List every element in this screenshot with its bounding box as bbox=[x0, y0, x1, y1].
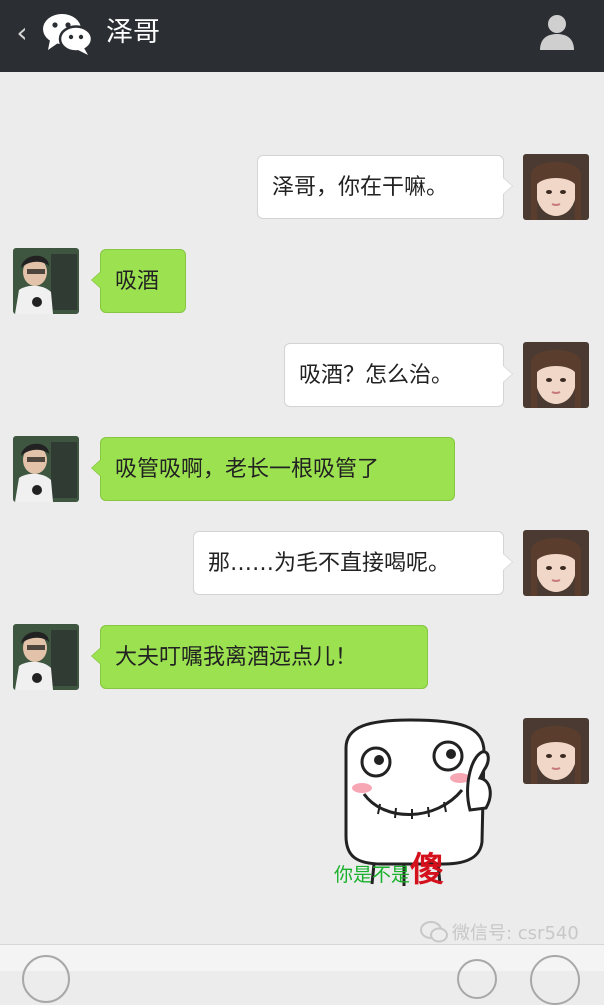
input-bar bbox=[0, 944, 604, 1005]
sticker-caption-part2: 傻 bbox=[410, 850, 445, 890]
avatar-self[interactable] bbox=[523, 530, 589, 596]
avatar-contact[interactable] bbox=[13, 624, 79, 690]
message-row: 吸管吸啊，老长一根吸管了 bbox=[0, 436, 604, 504]
message-row: 那……为毛不直接喝呢。 bbox=[0, 530, 604, 598]
watermark-text: 微信号: csr540 bbox=[452, 923, 579, 944]
message-row: 泽哥，你在干嘛。 bbox=[0, 154, 604, 222]
avatar-self[interactable] bbox=[523, 342, 589, 408]
sticker-caption: 你是不是傻 bbox=[334, 850, 498, 890]
wechat-icon bbox=[40, 10, 96, 56]
plus-icon[interactable] bbox=[530, 955, 580, 1005]
message-bubble[interactable]: 那……为毛不直接喝呢。 bbox=[193, 531, 513, 595]
chat-title: 泽哥 bbox=[106, 17, 160, 48]
voice-icon[interactable] bbox=[22, 955, 70, 1003]
avatar-contact[interactable] bbox=[13, 248, 79, 314]
message-bubble[interactable]: 泽哥，你在干嘛。 bbox=[257, 155, 513, 219]
chat-area[interactable]: 泽哥，你在干嘛。 吸酒 吸酒？怎么治。 吸管吸啊，老长一根吸管了 那……为毛不直… bbox=[0, 72, 604, 970]
top-bar: ‹ 泽哥 bbox=[0, 0, 604, 72]
avatar-contact[interactable] bbox=[13, 436, 79, 502]
message-bubble[interactable]: 吸管吸啊，老长一根吸管了 bbox=[91, 437, 455, 501]
message-bubble[interactable]: 大夫叮嘱我离酒远点儿！ bbox=[91, 625, 428, 689]
sticker-caption-part1: 你是不是 bbox=[334, 864, 411, 886]
emoji-icon[interactable] bbox=[457, 959, 497, 999]
message-bubble[interactable]: 吸酒 bbox=[91, 249, 186, 313]
avatar-self[interactable] bbox=[523, 718, 589, 784]
chevron-left-icon[interactable]: ‹ bbox=[10, 18, 34, 48]
wechat-icon bbox=[420, 920, 448, 944]
message-row: 吸酒 bbox=[0, 248, 604, 316]
message-row: 大夫叮嘱我离酒远点儿！ bbox=[0, 624, 604, 692]
message-bubble[interactable]: 吸酒？怎么治。 bbox=[284, 343, 513, 407]
message-row: 吸酒？怎么治。 bbox=[0, 342, 604, 410]
avatar-self[interactable] bbox=[523, 154, 589, 220]
user-profile-icon[interactable] bbox=[538, 12, 576, 52]
